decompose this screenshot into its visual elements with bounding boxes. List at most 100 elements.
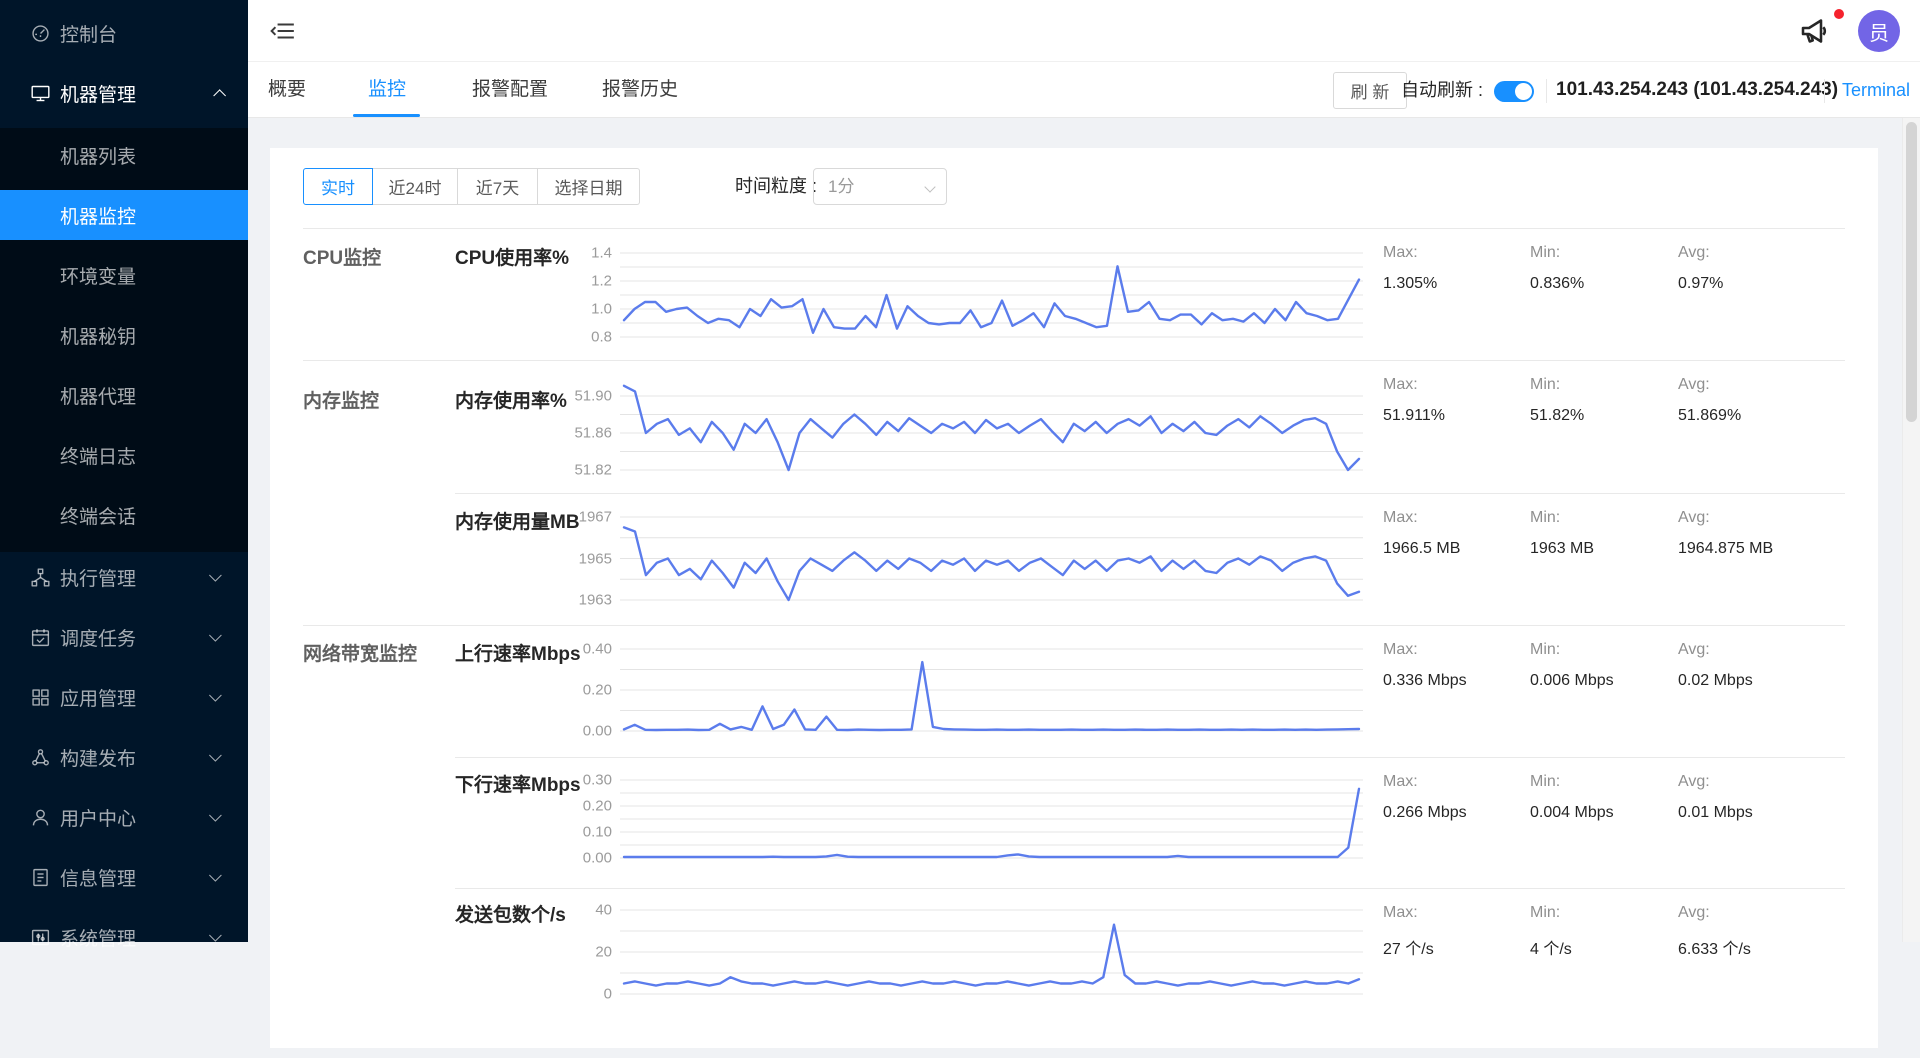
sidebar-item-label: 系统管理 (60, 928, 137, 950)
line-chart-5 (620, 909, 1363, 995)
monitor-row-2: 内存使用量MB 1967 1965 1963 Max: 1966.5 MB Min: 1963… (270, 493, 1878, 625)
y-tick: 0.20 (582, 681, 612, 699)
sidebar-item-machine-list[interactable]: 机器列表 (0, 130, 248, 180)
y-tick: 0.00 (582, 722, 612, 740)
monitor-card: 实时 近24时 近7天 选择日期 时间粒度 : 1分 CPU监控 CPU使用率% 1.4 1… (270, 148, 1878, 1048)
min-label: Min: (1530, 244, 1561, 261)
auto-refresh-toggle[interactable] (1494, 81, 1534, 102)
min-label: Min: (1530, 773, 1561, 790)
max-label: Max: (1383, 773, 1418, 790)
machine-address-label: 101.43.254.243 (101.43.254.243) (1556, 79, 1839, 100)
y-tick: 0.00 (582, 849, 612, 867)
line-chart-3 (620, 648, 1363, 732)
avg-value: 0.01 Mbps (1678, 804, 1753, 821)
chevron-down-icon (924, 181, 936, 193)
sidebar-item-system-management[interactable]: 系统管理 (0, 912, 248, 962)
vertical-scrollbar[interactable] (1902, 118, 1920, 942)
sidebar-item-app-management[interactable]: 应用管理 (0, 672, 248, 722)
refresh-button[interactable]: 刷 新 (1333, 72, 1407, 109)
chevron-down-icon (209, 628, 222, 642)
min-label: Min: (1530, 509, 1561, 526)
user-center-icon (30, 806, 52, 828)
scrollbar-thumb[interactable] (1906, 122, 1917, 422)
sidebar-item-terminal-sessions[interactable]: 终端会话 (0, 490, 248, 540)
y-tick: 20 (595, 943, 612, 961)
sidebar-item-exec-management[interactable]: 执行管理 (0, 552, 248, 602)
avg-value: 6.633 个/s (1678, 941, 1751, 958)
tab-报警配置[interactable]: 报警配置 (472, 62, 548, 117)
sidebar-item-terminal-logs[interactable]: 终端日志 (0, 430, 248, 480)
max-value: 1966.5 MB (1383, 540, 1461, 557)
terminal-link[interactable]: Terminal (1842, 62, 1910, 118)
chevron-down-icon (209, 688, 222, 702)
y-tick: 51.86 (574, 424, 612, 442)
min-value: 51.82% (1530, 407, 1585, 424)
range-button-近24时[interactable]: 近24时 (373, 168, 458, 205)
chevron-down-icon (209, 748, 222, 762)
sidebar-item-label: 机器秘钥 (60, 326, 137, 348)
sidebar-item-machine-agent[interactable]: 机器代理 (0, 370, 248, 420)
y-tick: 0.10 (582, 823, 612, 841)
sidebar-item-info-management[interactable]: 信息管理 (0, 852, 248, 902)
avg-value: 0.97% (1678, 275, 1724, 292)
tab-报警历史[interactable]: 报警历史 (602, 62, 678, 117)
monitor-row-4: 下行速率Mbps 0.30 0.20 0.10 0.00 Max: 0.266 Mbps Mi… (270, 757, 1878, 888)
sidebar-item-machine-management[interactable]: 机器管理 (0, 68, 248, 118)
y-tick: 0.20 (582, 797, 612, 815)
tab-监控[interactable]: 监控 (368, 62, 406, 117)
group-label: 内存监控 (303, 391, 380, 412)
machine-management-icon (30, 82, 52, 104)
content-area: 实时 近24时 近7天 选择日期 时间粒度 : 1分 CPU监控 CPU使用率% 1.4 1… (248, 118, 1920, 1048)
tab-bar: 概要 监控 报警配置 报警历史 刷 新 自动刷新 : 101.43.254.243 (… (248, 62, 1920, 118)
row-divider (303, 625, 1845, 626)
metric-label: 发送包数个/s (455, 905, 566, 926)
y-tick: 51.90 (574, 387, 612, 405)
range-button-选择日期[interactable]: 选择日期 (538, 168, 640, 205)
avg-value: 0.02 Mbps (1678, 672, 1753, 689)
toggle-knob (1515, 83, 1532, 100)
sidebar-item-console[interactable]: 控制台 (0, 8, 248, 58)
notification-megaphone-icon[interactable] (1796, 13, 1836, 51)
console-icon (30, 22, 52, 44)
min-value: 0.006 Mbps (1530, 672, 1614, 689)
min-label: Min: (1530, 904, 1561, 921)
metric-label: 下行速率Mbps (455, 775, 581, 796)
chevron-down-icon (209, 868, 222, 882)
range-button-近7天[interactable]: 近7天 (458, 168, 538, 205)
auto-refresh-label: 自动刷新 : (1401, 80, 1484, 100)
time-range-group: 实时 近24时 近7天 选择日期 (303, 168, 640, 205)
y-tick: 1963 (578, 591, 612, 609)
granularity-select[interactable]: 1分 (813, 168, 947, 205)
sidebar-item-machine-keys[interactable]: 机器秘钥 (0, 310, 248, 360)
avg-label: Avg: (1678, 376, 1710, 393)
sidebar-item-env-vars[interactable]: 环境变量 (0, 250, 248, 300)
sidebar-item-build-release[interactable]: 构建发布 (0, 732, 248, 782)
system-management-icon (30, 926, 52, 948)
row-divider (455, 757, 1845, 758)
y-tick: 0.8 (591, 328, 612, 346)
collapse-sidebar-icon[interactable] (270, 18, 296, 44)
range-button-实时[interactable]: 实时 (303, 168, 373, 205)
max-label: Max: (1383, 376, 1418, 393)
notification-badge (1834, 9, 1844, 19)
sidebar-item-schedule-tasks[interactable]: 调度任务 (0, 612, 248, 662)
sidebar-item-machine-monitor[interactable]: 机器监控 (0, 190, 248, 240)
min-label: Min: (1530, 641, 1561, 658)
monitor-row-0: CPU监控 CPU使用率% 1.4 1.2 1.0 0.8 Max: 1.305% Min: 0.… (270, 228, 1878, 360)
y-tick: 40 (595, 901, 612, 919)
info-management-icon (30, 866, 52, 888)
line-chart-2 (620, 516, 1363, 602)
tab-概要[interactable]: 概要 (268, 62, 306, 117)
exec-management-icon (30, 566, 52, 588)
y-tick: 1967 (578, 508, 612, 526)
active-tab-underline (353, 114, 420, 117)
sidebar-item-label: 终端日志 (60, 446, 137, 468)
chevron-up-icon (213, 88, 226, 102)
machine-management-submenu: 机器列表机器监控环境变量机器秘钥机器代理终端日志终端会话 (0, 128, 248, 552)
y-tick: 1.0 (591, 300, 612, 318)
avatar[interactable]: 员 (1858, 10, 1900, 52)
max-value: 27 个/s (1383, 941, 1434, 958)
min-value: 1963 MB (1530, 540, 1595, 557)
max-label: Max: (1383, 904, 1418, 921)
sidebar-item-user-center[interactable]: 用户中心 (0, 792, 248, 842)
